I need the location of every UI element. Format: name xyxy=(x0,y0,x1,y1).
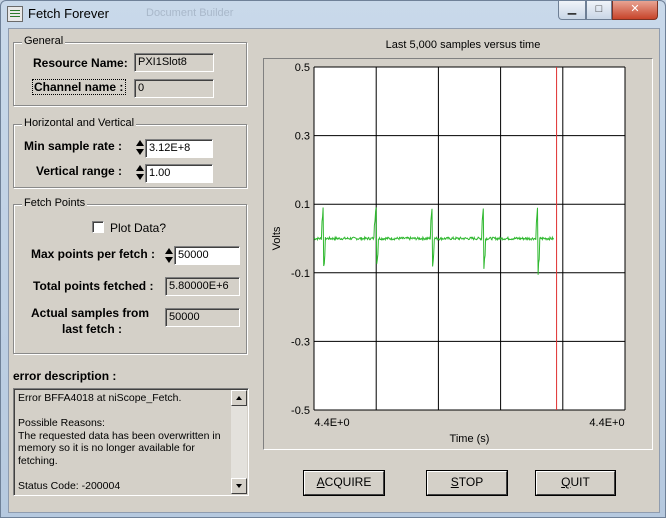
actual-samples-label-line2: last fetch : xyxy=(62,322,123,336)
client-area: General Resource Name: PXI1Slot8 Channel… xyxy=(8,28,660,513)
vertical-range-field[interactable]: 1.00 xyxy=(145,164,213,183)
app-icon xyxy=(7,6,23,22)
actual-samples-field: 50000 xyxy=(165,308,240,327)
fetch-points-group: Fetch Points Plot Data? Max points per f… xyxy=(13,197,247,354)
y-tick-label: -0.3 xyxy=(291,336,310,348)
channel-name-field[interactable]: 0 xyxy=(134,79,214,98)
x-tick-label: 4.4E+0 xyxy=(589,417,624,429)
max-points-field[interactable]: 50000 xyxy=(174,246,240,265)
y-tick-label: 0.5 xyxy=(295,62,310,74)
stop-button[interactable]: STOP xyxy=(427,471,507,495)
x-axis-label: Time (s) xyxy=(450,433,490,445)
error-description-label: error description : xyxy=(13,369,117,383)
acquire-button[interactable]: ACQUIRE xyxy=(304,471,384,495)
x-tick-label: 4.4E+0 xyxy=(314,417,349,429)
y-tick-label: -0.1 xyxy=(291,268,310,280)
max-points-label: Max points per fetch : xyxy=(31,247,156,261)
horizontal-vertical-group: Horizontal and Vertical Min sample rate … xyxy=(13,117,247,188)
sample-rate-spinner[interactable] xyxy=(135,139,144,157)
y-tick-label: -0.5 xyxy=(291,405,310,417)
error-scrollbar[interactable] xyxy=(231,390,247,494)
main-window: Fetch Forever Document Builder ▁ □ ✕ Gen… xyxy=(0,0,666,518)
scroll-up-icon[interactable] xyxy=(231,390,247,406)
y-axis-label: Volts xyxy=(271,226,283,250)
y-tick-labels: 0.5 0.3 0.1 -0.1 -0.3 -0.5 xyxy=(291,62,310,417)
fetch-points-group-title: Fetch Points xyxy=(22,197,88,209)
horizontal-vertical-group-title: Horizontal and Vertical xyxy=(22,117,137,129)
maximize-icon: □ xyxy=(595,3,603,15)
max-points-spinner[interactable] xyxy=(164,247,173,265)
close-button[interactable]: ✕ xyxy=(612,1,658,20)
waveform-graph-svg: 0.5 0.3 0.1 -0.1 -0.3 -0.5 4.4E+0 4.4E+0 Time … xyxy=(271,62,626,445)
total-points-field: 5.80000E+6 xyxy=(165,277,240,296)
vertical-range-label: Vertical range : xyxy=(36,164,123,178)
actual-samples-label-line1: Actual samples from xyxy=(31,306,150,320)
maximize-button[interactable]: □ xyxy=(586,1,612,20)
background-window-title: Document Builder xyxy=(146,7,234,19)
waveform-graph[interactable]: 0.5 0.3 0.1 -0.1 -0.3 -0.5 4.4E+0 4.4E+0 Time … xyxy=(263,58,653,450)
title-bar[interactable]: Fetch Forever Document Builder ▁ □ ✕ xyxy=(1,1,665,27)
minimize-icon: ▁ xyxy=(567,3,577,15)
minimize-button[interactable]: ▁ xyxy=(558,1,586,20)
plot-data-label: Plot Data? xyxy=(110,221,167,235)
resource-name-field[interactable]: PXI1Slot8 xyxy=(134,53,214,72)
y-tick-label: 0.3 xyxy=(295,131,310,143)
channel-name-label: Channel name : xyxy=(34,80,124,94)
error-description-text: Error BFFA4018 at niScope_Fetch. Possibl… xyxy=(18,392,221,492)
y-tick-label: 0.1 xyxy=(295,199,310,211)
scroll-down-icon[interactable] xyxy=(231,478,247,494)
general-group-title: General xyxy=(22,35,66,47)
chart-title: Last 5,000 samples versus time xyxy=(385,39,541,51)
close-icon: ✕ xyxy=(630,3,640,15)
quit-button[interactable]: QUIT xyxy=(536,471,615,495)
plot-data-checkbox[interactable] xyxy=(92,221,104,233)
x-tick-labels: 4.4E+0 4.4E+0 xyxy=(314,417,624,429)
vertical-range-spinner[interactable] xyxy=(135,164,144,182)
min-sample-rate-label: Min sample rate : xyxy=(24,139,123,153)
window-title: Fetch Forever xyxy=(28,6,109,21)
min-sample-rate-field[interactable]: 3.12E+8 xyxy=(145,139,213,158)
resource-name-label: Resource Name: xyxy=(33,56,128,70)
total-points-label: Total points fetched : xyxy=(33,279,154,293)
error-description-box[interactable]: Error BFFA4018 at niScope_Fetch. Possibl… xyxy=(13,388,249,496)
general-group: General Resource Name: PXI1Slot8 Channel… xyxy=(13,35,247,106)
